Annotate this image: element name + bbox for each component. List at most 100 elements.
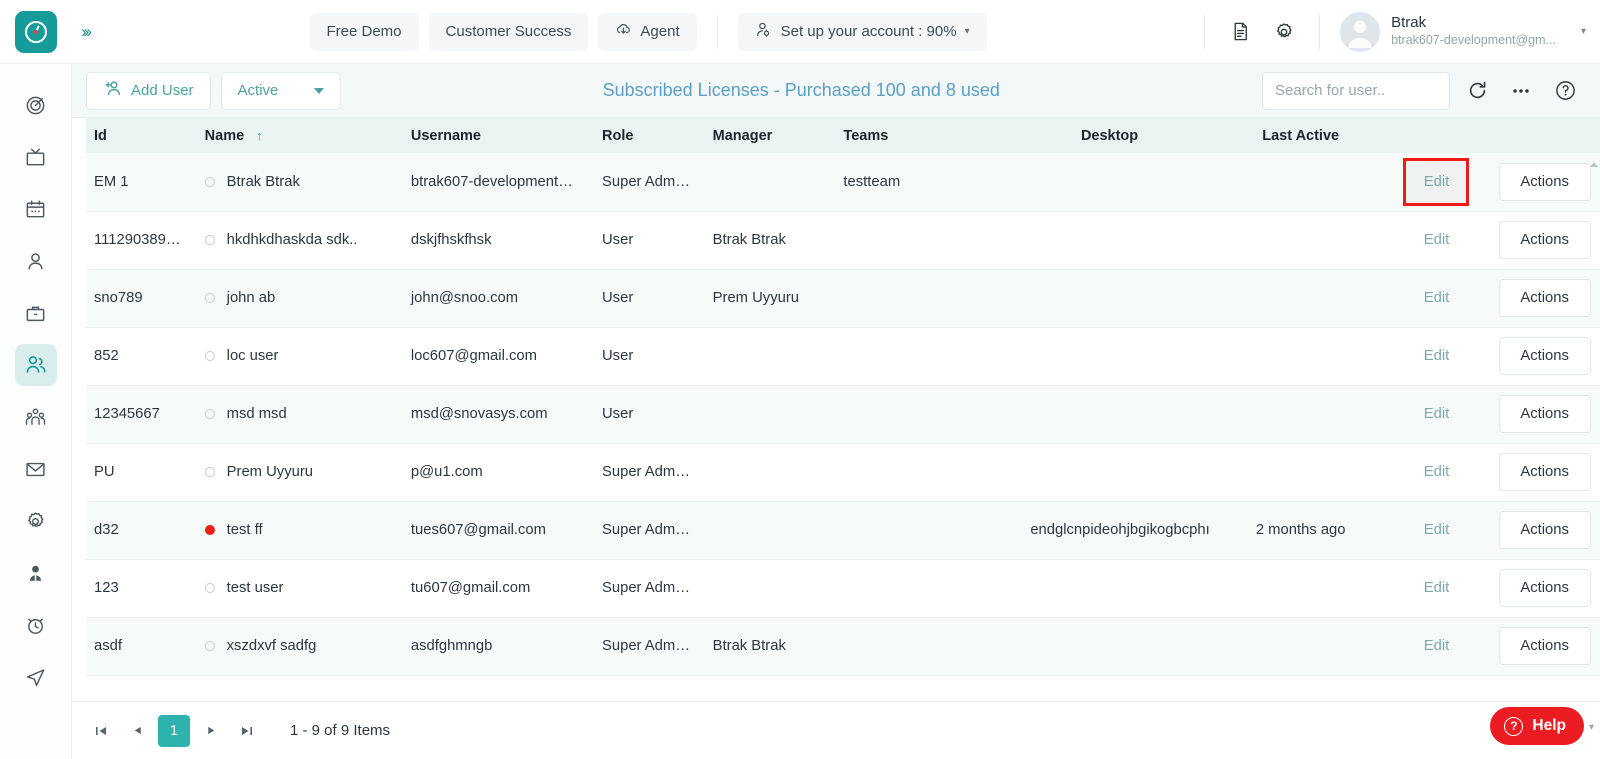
table-row[interactable]: 852 loc user loc607@gmail.com User Edit Actio… <box>86 327 1600 386</box>
vertical-scrollbar[interactable] <box>1590 162 1598 167</box>
edit-button[interactable]: Edit <box>1424 348 1450 364</box>
edit-button[interactable]: Edit <box>1424 522 1450 538</box>
search-input[interactable] <box>1262 71 1450 110</box>
user-settings-icon <box>755 21 773 43</box>
cell-desktop <box>1001 153 1218 212</box>
actions-button[interactable]: Actions <box>1498 395 1591 433</box>
cell-id: asdf <box>86 617 197 676</box>
actions-button[interactable]: Actions <box>1498 569 1591 607</box>
sidebar-item-user[interactable] <box>15 240 57 282</box>
cell-role: User <box>594 269 705 328</box>
cell-id: 1112903890138 <box>86 211 197 270</box>
document-icon[interactable] <box>1221 13 1259 51</box>
column-header-role[interactable]: Role <box>594 118 705 153</box>
sidebar-item-team[interactable] <box>15 396 57 438</box>
column-header-desktop[interactable]: Desktop <box>1001 118 1218 153</box>
table-row[interactable]: 1112903890138 hkdhkdhaskda sdk.. dskjfhskf… <box>86 211 1600 270</box>
cell-teams <box>835 327 1002 386</box>
add-user-button[interactable]: Add User <box>86 71 211 110</box>
table-row[interactable]: asdf xszdxvf sadfg asdfghmngb Super Adm… Btr… <box>86 617 1600 676</box>
nav-customer-success[interactable]: Customer Success <box>428 12 589 51</box>
column-header-manager[interactable]: Manager <box>704 118 836 153</box>
cell-name: test user <box>196 559 403 618</box>
cell-last-active <box>1217 153 1384 212</box>
edit-button[interactable]: Edit <box>1424 464 1450 480</box>
sidebar-item-settings[interactable] <box>15 500 57 542</box>
profile-menu[interactable]: Btrak btrak607-development@gm... ▾ <box>1336 11 1594 52</box>
actions-button[interactable]: Actions <box>1498 279 1591 317</box>
help-circle-icon[interactable] <box>1548 74 1582 108</box>
sidebar-item-mail[interactable] <box>15 448 57 490</box>
actions-button[interactable]: Actions <box>1498 162 1591 201</box>
sidebar-item-briefcase[interactable] <box>15 292 57 334</box>
actions-button[interactable]: Actions <box>1498 511 1591 549</box>
nav-setup-account[interactable]: Set up your account : 90% ▾ <box>737 12 987 51</box>
cell-edit: Edit <box>1383 501 1490 560</box>
table-row[interactable]: 12345667 msd msd msd@snovasys.com User Edit A… <box>86 385 1600 444</box>
sidebar-item-tv[interactable] <box>15 136 57 178</box>
actions-button[interactable]: Actions <box>1498 221 1591 259</box>
column-header-username[interactable]: Username <box>402 118 594 153</box>
sidebar-item-users-group[interactable] <box>14 344 57 386</box>
user-name-label: loc user <box>226 348 279 364</box>
cell-username: btrak607-development… <box>402 153 594 212</box>
body: Add User Active Subscribed Licenses - Pu… <box>0 64 1600 759</box>
status-filter-value: Active <box>237 82 279 99</box>
status-offline-icon <box>204 583 215 593</box>
actions-button[interactable]: Actions <box>1498 627 1591 665</box>
table-row[interactable]: d32 test ff tues607@gmail.com Super Adm… end… <box>86 501 1600 560</box>
cell-teams <box>835 501 1002 560</box>
profile-chevron-down-icon[interactable]: ▾ <box>1581 26 1586 37</box>
edit-button[interactable]: Edit <box>1424 406 1450 422</box>
sidebar-item-send[interactable] <box>15 656 57 698</box>
table-row[interactable]: PU Prem Uyyuru p@u1.com Super Adm… Edit Actio… <box>86 443 1600 502</box>
cell-desktop <box>1001 443 1218 502</box>
table-row[interactable]: 123 test user tu607@gmail.com Super Adm… Edi… <box>86 559 1600 618</box>
column-header-teams[interactable]: Teams <box>835 118 1002 153</box>
table-row[interactable]: EM 1 Btrak Btrak btrak607-development… Supe… <box>86 153 1600 212</box>
nav-free-demo[interactable]: Free Demo <box>309 12 419 51</box>
pagination-info: 1 - 9 of 9 Items <box>290 722 391 739</box>
prev-page-button[interactable] <box>122 716 152 746</box>
gear-icon[interactable] <box>1265 13 1303 51</box>
cell-role: Super Adm… <box>594 153 705 212</box>
page-number-1[interactable]: 1 <box>158 714 190 747</box>
sidebar-item-person-badge[interactable] <box>15 552 57 594</box>
cell-role: Super Adm… <box>594 617 705 676</box>
help-button[interactable]: ? Help <box>1490 707 1584 745</box>
last-page-button[interactable] <box>232 716 262 746</box>
first-page-button[interactable] <box>86 716 116 746</box>
more-horizontal-icon[interactable] <box>1504 74 1538 108</box>
top-nav: Free Demo Customer Success Agent Set up … <box>102 12 1194 51</box>
status-filter-dropdown[interactable]: Active <box>220 71 341 110</box>
actions-button[interactable]: Actions <box>1498 337 1591 375</box>
refresh-icon[interactable] <box>1460 74 1494 108</box>
cell-role: Super Adm… <box>594 443 705 502</box>
edit-button[interactable]: Edit <box>1424 580 1450 596</box>
cell-last-active <box>1217 211 1384 270</box>
edit-button[interactable]: Edit <box>1424 290 1450 306</box>
edit-button[interactable]: Edit <box>1424 232 1450 248</box>
nav-agent[interactable]: Agent <box>598 12 697 51</box>
table-row[interactable]: sno789 john ab john@snoo.com User Prem Uyyur… <box>86 269 1600 328</box>
next-page-button[interactable] <box>196 716 226 746</box>
clock-logo-icon[interactable] <box>15 10 57 53</box>
sidebar-item-alarm-clock[interactable] <box>15 604 57 646</box>
cell-username: asdfghmngb <box>402 617 594 676</box>
sidebar-item-target[interactable] <box>15 84 57 126</box>
cell-name: Btrak Btrak <box>196 153 403 212</box>
cloud-download-icon <box>615 21 632 42</box>
cell-role: User <box>594 385 705 444</box>
actions-button[interactable]: Actions <box>1498 453 1591 491</box>
edit-button[interactable]: Edit <box>1424 638 1450 654</box>
column-header-id[interactable]: Id <box>86 118 197 153</box>
column-header-last-active[interactable]: Last Active <box>1217 118 1384 153</box>
cell-username: msd@snovasys.com <box>402 385 594 444</box>
edit-button[interactable]: Edit <box>1403 157 1470 206</box>
corner-chevron-down-icon[interactable]: ▾ <box>1589 722 1594 733</box>
cell-id: 852 <box>86 327 197 386</box>
sidebar-item-calendar[interactable] <box>15 188 57 230</box>
cell-desktop <box>1001 269 1218 328</box>
column-header-name[interactable]: Name ↑ <box>196 118 403 153</box>
chevron-double-right-icon[interactable]: ››› <box>68 12 102 52</box>
